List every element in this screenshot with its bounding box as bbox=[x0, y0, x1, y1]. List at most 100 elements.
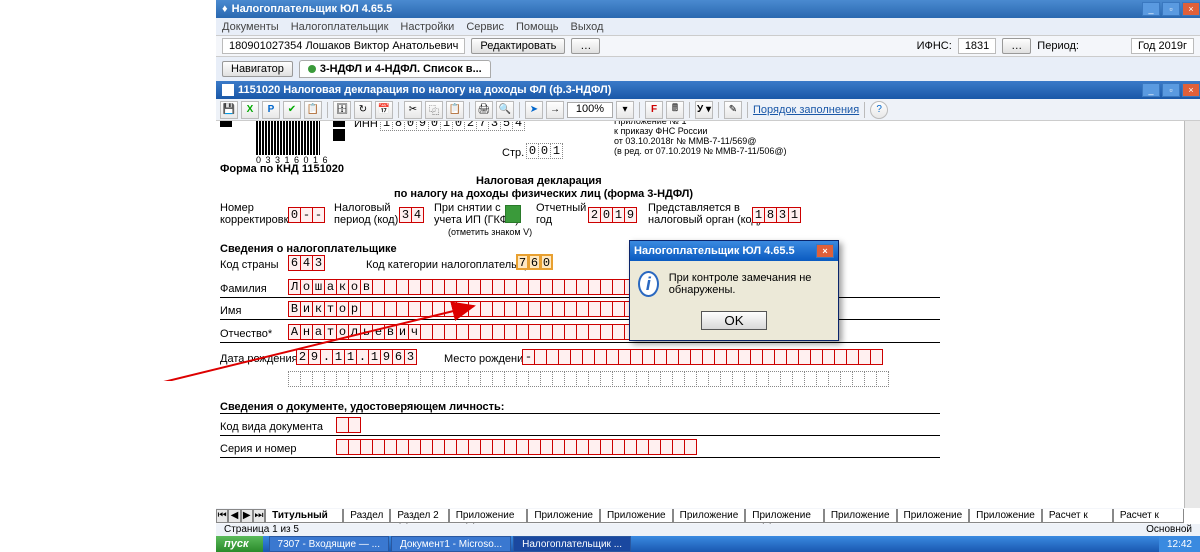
ifns-label: ИФНС: bbox=[917, 40, 952, 52]
navigator-button[interactable]: Навигатор bbox=[222, 61, 293, 77]
otmet-label: (отметить знаком V) bbox=[448, 227, 532, 237]
sheet-tab[interactable]: Приложение 5 (1) bbox=[745, 509, 824, 523]
dialog-message: При контроле замечания не обнаружены. bbox=[669, 272, 830, 296]
nalperiod-label: Налоговый период (код) bbox=[334, 202, 398, 226]
sn-cells[interactable] bbox=[336, 439, 696, 455]
appendix-line2: к приказу ФНС России bbox=[614, 126, 707, 136]
doc-close-button[interactable]: × bbox=[1182, 83, 1200, 97]
vertical-scrollbar[interactable] bbox=[1184, 121, 1200, 508]
sheet-tab[interactable]: Титульный лист bbox=[265, 509, 343, 523]
tool-copy-icon[interactable]: ⿻ bbox=[425, 101, 443, 119]
menu-settings[interactable]: Настройки bbox=[400, 21, 454, 33]
dialog-ok-button[interactable]: OK bbox=[701, 311, 766, 330]
marker-square bbox=[220, 121, 232, 127]
sheet-tab[interactable]: Приложение 6 bbox=[824, 509, 897, 523]
appendix-line4: (в ред. от 07.10.2019 № ММВ-7-11/506@) bbox=[614, 146, 786, 156]
sheet-tab[interactable]: Приложение 7 bbox=[897, 509, 970, 523]
doc-max-button[interactable]: ▫ bbox=[1162, 83, 1180, 97]
inn-cells[interactable]: 180901027354 bbox=[380, 121, 524, 131]
menu-service[interactable]: Сервис bbox=[466, 21, 504, 33]
dvid-cells[interactable] bbox=[336, 417, 360, 433]
menu-taxpayer[interactable]: Налогоплательщик bbox=[291, 21, 389, 33]
dob-label: Дата рождения bbox=[220, 353, 298, 365]
tool-goto-icon[interactable]: → bbox=[546, 101, 564, 119]
app-titlebar: ♦ Налогоплательщик ЮЛ 4.65.5 _ ▫ × bbox=[216, 0, 1200, 18]
doc-min-button[interactable]: _ bbox=[1142, 83, 1160, 97]
tool-excel-icon[interactable]: X bbox=[241, 101, 259, 119]
ellipsis-button[interactable]: … bbox=[571, 38, 600, 54]
task-item[interactable]: 7307 - Входящие — ... bbox=[269, 536, 389, 552]
dob-cells[interactable]: 29.11.1963 bbox=[296, 349, 416, 365]
tool-f-icon[interactable]: F bbox=[645, 101, 663, 119]
tool-check-icon[interactable]: ✔ bbox=[283, 101, 301, 119]
doc-titlebar: 1151020 Налоговая декларация по налогу н… bbox=[216, 81, 1200, 99]
cat-cells[interactable]: 760 bbox=[516, 254, 552, 270]
dialog-title-text: Налогоплательщик ЮЛ 4.65.5 bbox=[634, 245, 814, 257]
taxpayer-box: 180901027354 Лошаков Виктор Анатольевич bbox=[222, 38, 465, 54]
tool-print-icon[interactable]: 🖨 bbox=[475, 101, 493, 119]
page-cells: 001 bbox=[526, 143, 562, 159]
tool-p-icon[interactable]: P bbox=[262, 101, 280, 119]
im-label: Имя bbox=[220, 305, 241, 317]
tool-form-icon[interactable]: 📋 bbox=[304, 101, 322, 119]
edit-button[interactable]: Редактировать bbox=[471, 38, 565, 54]
tool-save-icon[interactable]: 💾 bbox=[220, 101, 238, 119]
tab-nav-next[interactable]: ▶ bbox=[241, 509, 253, 523]
sheet-tab[interactable]: Приложение 2 bbox=[527, 509, 600, 523]
section-np: Сведения о налогоплательщике bbox=[220, 243, 397, 255]
pob-cells-2[interactable] bbox=[288, 371, 888, 387]
tray[interactable]: 12:42 bbox=[1159, 536, 1200, 552]
tab-nav-prev[interactable]: ◀ bbox=[228, 509, 240, 523]
otchgod-cells[interactable]: 2019 bbox=[588, 207, 636, 223]
country-cells[interactable]: 643 bbox=[288, 255, 324, 271]
tool-cut-icon[interactable]: ✂ bbox=[404, 101, 422, 119]
sheet-tab[interactable]: Расчет к прил.5 bbox=[1113, 509, 1184, 523]
menu-documents[interactable]: Документы bbox=[222, 21, 279, 33]
dialog-titlebar[interactable]: Налогоплательщик ЮЛ 4.65.5 × bbox=[630, 241, 838, 261]
pob-cells[interactable]: - bbox=[522, 349, 882, 365]
tool-db-icon[interactable]: 🗄 bbox=[333, 101, 351, 119]
tool-arrow-icon[interactable]: ➤ bbox=[525, 101, 543, 119]
snyat-check[interactable] bbox=[505, 205, 520, 223]
close-button[interactable]: × bbox=[1182, 2, 1200, 16]
sheet-tab[interactable]: Расчет к прил.1 bbox=[1042, 509, 1113, 523]
tab-nav-last[interactable]: ⏭ bbox=[253, 509, 265, 523]
zoom-dropdown[interactable]: ▾ bbox=[616, 101, 634, 119]
inn-label: ИНН bbox=[354, 121, 378, 130]
menu-exit[interactable]: Выход bbox=[571, 21, 604, 33]
menu-help[interactable]: Помощь bbox=[516, 21, 559, 33]
period-label: Период: bbox=[1037, 40, 1079, 52]
tool-paste-icon[interactable]: 📋 bbox=[446, 101, 464, 119]
fill-order-link[interactable]: Порядок заполнения bbox=[753, 104, 859, 116]
tool-calendar-icon[interactable]: 📅 bbox=[375, 101, 393, 119]
sheet-tab[interactable]: Раздел 2 (1) bbox=[390, 509, 448, 523]
sheet-tab[interactable]: Приложение 8 bbox=[969, 509, 1042, 523]
sheet-tab[interactable]: Раздел 1 bbox=[343, 509, 390, 523]
start-button[interactable]: пуск bbox=[216, 536, 263, 552]
tool-u-icon[interactable]: У ▾ bbox=[695, 101, 713, 119]
korr-cells[interactable]: 0-- bbox=[288, 207, 324, 223]
tool-calc-icon[interactable]: 🖩 bbox=[666, 101, 684, 119]
doc-title: 1151020 Налоговая декларация по налогу н… bbox=[238, 84, 1140, 96]
tool-preview-icon[interactable]: 🔍 bbox=[496, 101, 514, 119]
dialog-close-button[interactable]: × bbox=[816, 244, 834, 258]
tool-help-icon[interactable]: ? bbox=[870, 101, 888, 119]
maximize-button[interactable]: ▫ bbox=[1162, 2, 1180, 16]
zoom-input[interactable]: 100% bbox=[567, 102, 613, 118]
sheet-tab[interactable]: Приложение 3 bbox=[600, 509, 673, 523]
task-item[interactable]: Документ1 - Microso... bbox=[391, 536, 511, 552]
tool-refresh-icon[interactable]: ↻ bbox=[354, 101, 372, 119]
sheet-tab[interactable]: Приложение 1 (1) bbox=[449, 509, 528, 523]
task-item[interactable]: Налогоплательщик ... bbox=[513, 536, 631, 552]
taskbar: пуск 7307 - Входящие — ... Документ1 - M… bbox=[216, 536, 1200, 552]
tab-nav-first[interactable]: ⏮ bbox=[216, 509, 228, 523]
sheet-tab[interactable]: Приложение 4 bbox=[673, 509, 746, 523]
organ-cells[interactable]: 1831 bbox=[752, 207, 800, 223]
form-title-2: по налогу на доходы физических лиц (форм… bbox=[394, 188, 693, 200]
tool-wand-icon[interactable]: ✎ bbox=[724, 101, 742, 119]
organ-label: Представляется в налоговый орган (код) bbox=[648, 202, 762, 226]
nalperiod-cells[interactable]: 34 bbox=[399, 207, 423, 223]
document-tab[interactable]: 3-НДФЛ и 4-НДФЛ. Список в... bbox=[299, 60, 491, 78]
minimize-button[interactable]: _ bbox=[1142, 2, 1160, 16]
ifns-ellipsis[interactable]: … bbox=[1002, 38, 1031, 54]
